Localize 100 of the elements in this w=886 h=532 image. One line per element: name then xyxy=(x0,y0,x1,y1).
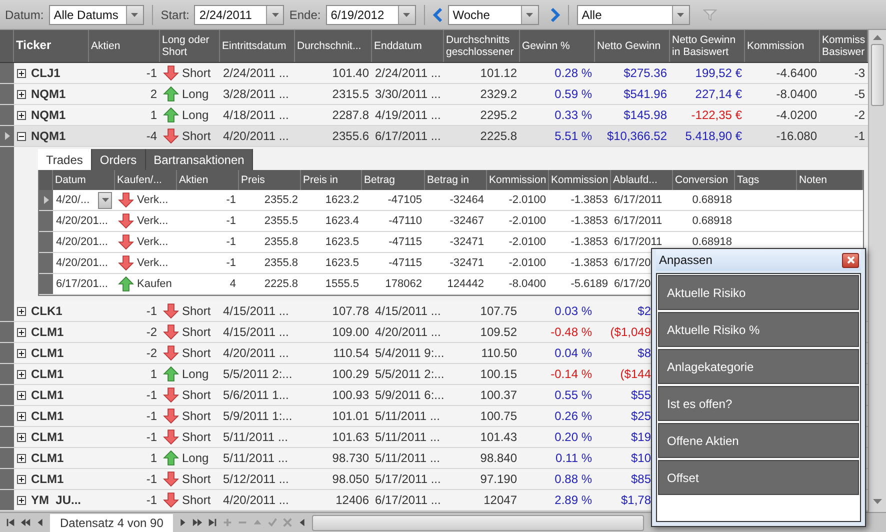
table-cell-text: 5/11/2011 ... xyxy=(222,429,289,446)
expand-icon[interactable] xyxy=(17,328,26,336)
table-row[interactable]: 4/20/... Verk... -1 2355.2 1623.2 -47105 -32464 -2.0100 -1.3853 6/17/2011 0.68918 xyxy=(39,190,863,211)
check-icon[interactable] xyxy=(267,517,278,528)
dropdown[interactable]: Alle xyxy=(576,4,690,24)
expand-icon[interactable] xyxy=(17,370,26,378)
column-header[interactable]: Eintrittsdatum xyxy=(220,30,295,62)
column-header[interactable]: Long oder Short xyxy=(160,30,220,62)
dropdown-button[interactable] xyxy=(98,192,112,208)
expand-icon[interactable] xyxy=(17,68,26,78)
table-cell-text: -47115 xyxy=(388,256,423,271)
horizontal-scroll-thumb[interactable] xyxy=(312,514,644,530)
table-cell-text: -4.6400 xyxy=(775,65,818,82)
field-item[interactable]: Offset xyxy=(658,460,859,495)
column-header[interactable]: Ticker xyxy=(14,30,89,62)
table-row[interactable]: NQM1 -4 Short 4/20/2011 ... 2355.6 6/17/2011 ... 2225.8 5.51 % $10,366.52 5.418,90 € -16.080 -1 xyxy=(0,126,868,147)
right-chevron-icon[interactable] xyxy=(550,8,560,22)
table-cell-text: 6/17/2011 xyxy=(613,235,664,250)
scroll-thumb[interactable] xyxy=(871,44,884,106)
column-header[interactable]: Netto Gewinn in Basiswert xyxy=(670,30,745,62)
up-arrow-icon[interactable] xyxy=(873,35,882,40)
column-header[interactable]: Durchschnitts geschlossener xyxy=(444,30,520,62)
table-cell-text: 100.37 xyxy=(479,387,518,404)
table-cell-text: 5/17/2011 ... xyxy=(374,471,442,488)
dropdown[interactable]: 2/24/2011 xyxy=(194,4,284,24)
ticker-text: NQM1 xyxy=(31,87,66,101)
table-cell-text: 0.59 % xyxy=(554,86,593,103)
table-cell-text: 1623.5 xyxy=(324,235,360,250)
row-header[interactable] xyxy=(39,190,53,210)
table-cell-text: -5 xyxy=(853,86,866,103)
expand-icon[interactable] xyxy=(17,306,26,316)
expand-icon[interactable] xyxy=(17,348,26,358)
table-cell-text: 2/24/2011 ... xyxy=(374,65,442,82)
table-cell-text: 4/19/2011 ... xyxy=(374,107,442,124)
ticker-text: CLM1 xyxy=(31,451,64,465)
table-cell-text: 110.50 xyxy=(480,345,518,362)
row-indicator-icon xyxy=(44,196,48,204)
tab[interactable]: Orders xyxy=(92,149,146,170)
column-header[interactable]: Durchschnit... xyxy=(295,30,372,62)
table-row[interactable]: NQM1 1 Long 4/18/2011 ... 2287.8 4/19/2011 ... 2295.2 0.33 % $145.98 -122,35 € -4.0200 -2 xyxy=(0,105,868,126)
vertical-scrollbar[interactable] xyxy=(868,30,886,512)
first-record-icon[interactable] xyxy=(5,517,16,528)
caret-icon xyxy=(526,12,534,16)
table-cell-text: 2355.5 xyxy=(263,214,299,229)
table-cell-text: 2355.8 xyxy=(263,256,299,271)
collapse-icon[interactable] xyxy=(17,132,26,140)
table-cell-text: -2.0100 xyxy=(508,214,547,229)
field-item[interactable]: Anlagekategorie xyxy=(658,349,859,384)
plus-icon[interactable] xyxy=(222,517,234,528)
direction-text: Short xyxy=(182,472,211,486)
close-button[interactable] xyxy=(842,252,859,268)
expand-icon[interactable] xyxy=(17,474,26,484)
table-cell-text: 178062 xyxy=(384,277,423,292)
table-cell-text: 2.89 % xyxy=(554,492,593,509)
table-cell-text: -1 xyxy=(145,492,158,509)
expand-icon[interactable] xyxy=(17,90,26,98)
ticker-text: CLM1 xyxy=(31,367,64,381)
column-header[interactable]: Gewinn % xyxy=(520,30,595,62)
expand-icon[interactable] xyxy=(17,432,26,442)
table-cell-text: 98.840 xyxy=(479,450,518,467)
dropdown[interactable]: 6/19/2012 xyxy=(326,4,416,24)
expand-icon[interactable] xyxy=(17,454,26,462)
action-text: Kaufen xyxy=(137,278,172,290)
left-chevron-icon[interactable] xyxy=(432,8,443,22)
expand-icon[interactable] xyxy=(17,496,26,504)
down-arrow-icon[interactable] xyxy=(873,499,882,504)
expand-icon[interactable] xyxy=(17,390,26,400)
table-cell-text: 4/20/2011 ... xyxy=(222,128,290,145)
table-cell-text: -2.0100 xyxy=(508,193,547,208)
field-item[interactable]: Ist es offen? xyxy=(658,386,859,421)
field-item[interactable]: Offene Aktien xyxy=(658,423,859,458)
double-right-icon[interactable] xyxy=(192,517,204,528)
field-item[interactable]: Aktuelle Risiko xyxy=(658,275,859,310)
dropdown[interactable]: Alle Datums xyxy=(48,4,144,24)
funnel-icon[interactable] xyxy=(702,8,717,22)
table-row[interactable]: 4/20/201... Verk... -1 2355.5 1623.4 -47110 -32467 -2.0100 -1.3853 6/17/2011 0.68918 xyxy=(39,211,863,232)
dropdown[interactable]: Woche xyxy=(448,4,539,24)
table-cell-text: -32471 xyxy=(448,235,485,250)
action-text: Verk... xyxy=(137,215,168,227)
table-cell-text: $8 xyxy=(636,345,651,362)
tab[interactable]: Bartransaktionen xyxy=(146,149,254,170)
table-cell-text: 4/18/2011 ... xyxy=(222,107,290,124)
down-arrow-icon xyxy=(163,387,179,403)
column-header[interactable]: Kommission xyxy=(745,30,820,62)
expand-icon[interactable] xyxy=(17,412,26,420)
last-record-icon[interactable] xyxy=(207,517,218,528)
action-text: Verk... xyxy=(137,236,168,248)
field-item[interactable]: Aktuelle Risiko % xyxy=(658,312,859,347)
column-header[interactable]: Aktien xyxy=(89,30,160,62)
table-cell-text: 100.15 xyxy=(479,366,518,383)
tab[interactable]: Trades xyxy=(38,149,92,170)
table-row[interactable]: NQM1 2 Long 3/28/2011 ... 2315.5 3/30/2011 ... 2329.2 0.59 % $541.96 227,14 € -8.0400 -5 xyxy=(0,84,868,105)
table-cell-text: 0.68918 xyxy=(691,193,733,208)
table-cell-text: -1.3853 xyxy=(570,193,609,208)
column-header[interactable]: Enddatum xyxy=(372,30,444,62)
direction-text: Long xyxy=(182,108,209,122)
double-left-icon[interactable] xyxy=(20,517,31,528)
column-header[interactable]: Netto Gewinn xyxy=(595,30,670,62)
expand-icon[interactable] xyxy=(17,110,26,120)
table-row[interactable]: CLJ1 -1 Short 2/24/2011 ... 101.40 2/24/2011 ... 101.12 0.28 % $275.36 199,52 € -4.6400 -3 xyxy=(0,63,868,84)
